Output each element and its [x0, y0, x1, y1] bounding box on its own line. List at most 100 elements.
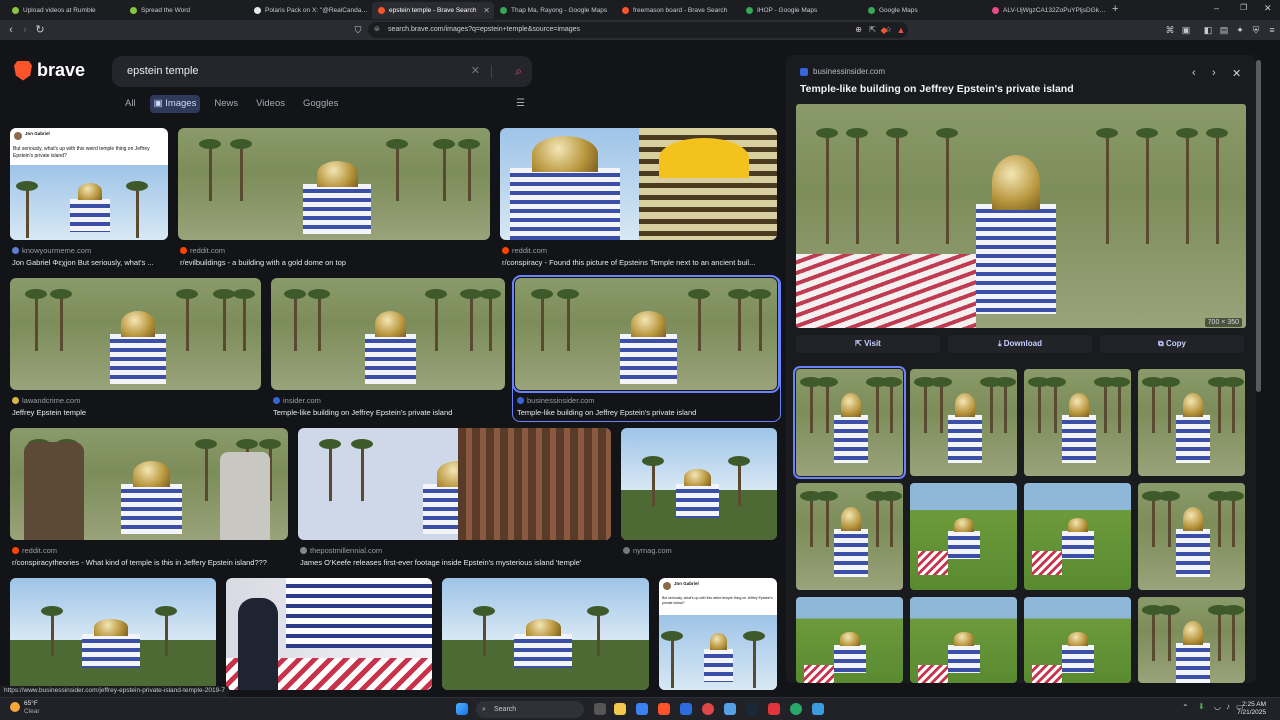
result-image[interactable] — [178, 128, 490, 240]
reload-icon[interactable]: ↻ — [33, 23, 47, 37]
brave-shields-icon[interactable]: ◆ — [878, 24, 890, 36]
clock[interactable]: 2:25 AM 7/21/2025 — [1237, 701, 1266, 717]
site-info-icon[interactable]: ⊜ — [374, 22, 380, 38]
result-caption[interactable]: Jeffrey Epstein temple — [12, 408, 265, 417]
forward-icon[interactable]: › — [18, 23, 32, 37]
related-thumbnail[interactable] — [1138, 597, 1245, 683]
browser-tab[interactable]: freemason board - Brave Search — [616, 2, 738, 19]
app-icon[interactable] — [724, 703, 736, 715]
browser-tab[interactable]: Thap Ma, Rayong - Google Maps — [494, 2, 616, 19]
sidebar-icon[interactable]: ◧ — [1202, 24, 1214, 36]
previous-icon[interactable]: ‹ — [1192, 67, 1196, 79]
browser-tab[interactable]: Spread the Word — [124, 2, 246, 19]
result-image[interactable] — [442, 578, 649, 690]
maximize-icon[interactable]: ❐ — [1240, 3, 1247, 12]
bookmark-icon[interactable]: ⛉ — [352, 24, 364, 36]
browser-tab[interactable]: IHOP - Google Maps — [740, 2, 862, 19]
windows-start-icon[interactable] — [456, 703, 468, 715]
app-tray-icon[interactable]: ⬇ — [1198, 702, 1205, 711]
related-thumbnail[interactable] — [796, 597, 903, 683]
weather-widget[interactable]: 65°F Clear — [24, 700, 40, 716]
app-icon[interactable] — [812, 703, 824, 715]
wallet-icon[interactable]: ▣ — [1180, 24, 1192, 36]
result-caption[interactable]: James O'Keefe releases first-ever footag… — [300, 558, 615, 567]
app-icon[interactable] — [790, 703, 802, 715]
visit-button[interactable]: ⇱ Visit — [796, 335, 940, 353]
outlook-icon[interactable] — [636, 703, 648, 715]
result-image[interactable] — [10, 578, 216, 690]
result-image[interactable] — [500, 128, 777, 240]
result-source[interactable]: thepostmillennial.com — [300, 546, 613, 555]
tab-videos[interactable]: Videos — [252, 95, 289, 113]
result-source[interactable]: insider.com — [273, 396, 507, 405]
related-thumbnail[interactable] — [1024, 369, 1131, 476]
result-caption[interactable]: r/evilbuildings - a building with a gold… — [180, 258, 494, 267]
volume-icon[interactable]: ♪ — [1226, 702, 1230, 711]
result-caption[interactable]: Jon Gabriel Φεχjon But seriously, what's… — [12, 258, 172, 267]
browser-tab[interactable]: Upload videos at Rumble — [6, 2, 128, 19]
wifi-icon[interactable]: ◡ — [1214, 702, 1221, 711]
steam-icon[interactable] — [746, 703, 758, 715]
result-caption[interactable]: r/conspiracy - Found this picture of Eps… — [502, 258, 781, 267]
tab-goggles[interactable]: Goggles — [299, 95, 342, 113]
share-icon[interactable]: ⇱ — [869, 22, 876, 38]
minimize-icon[interactable]: – — [1214, 3, 1219, 13]
result-image[interactable] — [271, 278, 505, 390]
chevron-up-icon[interactable]: ⌃ — [1182, 703, 1189, 712]
result-image[interactable] — [10, 428, 288, 540]
filter-icon[interactable]: ☰ — [516, 98, 525, 109]
brave-logo[interactable]: brave — [14, 60, 85, 81]
search-icon[interactable]: ⌕ — [515, 56, 522, 87]
result-caption[interactable]: r/conspiracytheories - What kind of temp… — [12, 558, 292, 567]
browser-tab[interactable]: epstein temple - Brave Search ✕ — [372, 2, 494, 19]
menu-icon[interactable]: ≡ — [1266, 24, 1278, 36]
address-bar[interactable]: ⊜ search.brave.com/images?q=epstein+temp… — [368, 22, 908, 38]
download-button[interactable]: ⤓ Download — [948, 335, 1092, 353]
task-view-icon[interactable] — [594, 703, 606, 715]
tab-news[interactable]: News — [210, 95, 242, 113]
result-source[interactable]: reddit.com — [180, 246, 492, 255]
tab-search-icon[interactable]: ▤ — [1218, 24, 1230, 36]
preview-source[interactable]: businessinsider.com — [800, 67, 885, 76]
result-caption[interactable]: Temple-like building on Jeffrey Epstein'… — [273, 408, 509, 417]
tab-images[interactable]: ▣ Images — [149, 95, 201, 113]
result-image[interactable]: Jon Gabriel But seriously, what's up with… — [659, 578, 777, 690]
next-icon[interactable]: › — [1212, 67, 1216, 79]
browser-tab[interactable]: ALV-UjWgzCA132ZoPuYPljsDGkGsl — [986, 2, 1108, 19]
close-icon[interactable]: ✕ — [1232, 67, 1241, 80]
result-source[interactable]: nymag.com — [623, 546, 779, 555]
search-input[interactable]: epstein temple ✕ ⌕ — [112, 56, 532, 87]
leo-icon[interactable]: ✦ — [1234, 24, 1246, 36]
preview-title[interactable]: Temple-like building on Jeffrey Epstein'… — [800, 83, 1074, 95]
result-image[interactable]: Jon Gabriel But seriously, what's up with… — [10, 128, 168, 240]
weather-icon[interactable] — [10, 702, 20, 712]
back-icon[interactable]: ‹ — [4, 23, 18, 37]
result-image[interactable] — [226, 578, 432, 690]
related-thumbnail[interactable] — [1138, 369, 1245, 476]
app-icon[interactable] — [680, 703, 692, 715]
browser-tab[interactable]: Google Maps — [862, 2, 984, 19]
tab-all[interactable]: All — [121, 95, 140, 113]
file-explorer-icon[interactable] — [614, 703, 626, 715]
result-source[interactable]: reddit.com — [502, 246, 779, 255]
result-image[interactable] — [621, 428, 777, 540]
copy-button[interactable]: ⧉ Copy — [1100, 335, 1244, 353]
result-source[interactable]: lawandcrime.com — [12, 396, 263, 405]
result-image[interactable] — [298, 428, 611, 540]
related-thumbnail[interactable] — [793, 366, 906, 479]
brave-rewards-icon[interactable]: ▲ — [895, 24, 907, 36]
close-tab-icon[interactable]: ✕ — [483, 6, 490, 15]
related-thumbnail[interactable] — [910, 597, 1017, 683]
result-image[interactable] — [10, 278, 261, 390]
result-source[interactable]: knowyourmeme.com — [12, 246, 170, 255]
vpn-icon[interactable]: ⛨ — [1250, 24, 1262, 36]
app-icon[interactable] — [768, 703, 780, 715]
scrollbar[interactable] — [1256, 60, 1261, 392]
browser-tab[interactable]: Polaris Pack on X: "@RealCandaceO — [248, 2, 370, 19]
related-thumbnail[interactable] — [1024, 483, 1131, 590]
zoom-icon[interactable]: ⊕ — [855, 22, 862, 38]
taskbar-search[interactable]: ⌕ Search — [476, 701, 584, 718]
brave-taskbar-icon[interactable] — [658, 703, 670, 715]
related-thumbnail[interactable] — [1024, 597, 1131, 683]
clear-icon[interactable]: ✕ — [471, 56, 480, 87]
